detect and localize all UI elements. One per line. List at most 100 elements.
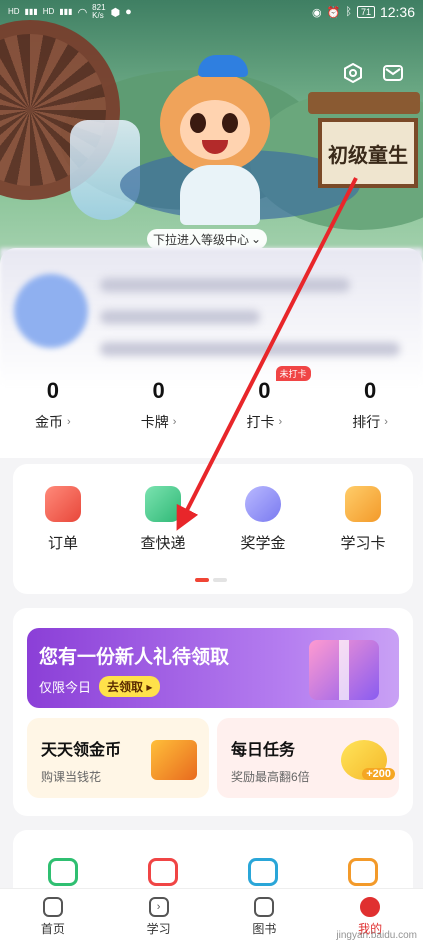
eye-icon: ◉ bbox=[312, 6, 322, 19]
status-left: HD ▮▮▮ HD ▮▮▮ ◠ 821 K/s ⬢ ● bbox=[8, 4, 132, 20]
page-dot bbox=[213, 578, 227, 582]
battery-icon: 71 bbox=[356, 6, 375, 18]
mascot-eye-right bbox=[222, 113, 238, 133]
mascot-eye-left bbox=[190, 113, 206, 133]
reward-badge: +200 bbox=[362, 768, 395, 780]
stat-coins[interactable]: 0 金币 › bbox=[0, 378, 106, 432]
stat-value: 0 bbox=[258, 378, 271, 403]
nav-books[interactable]: 图书 bbox=[212, 889, 318, 945]
check-chat-icon bbox=[48, 858, 78, 886]
signal-icon-2: ▮▮▮ bbox=[59, 7, 73, 16]
level-sign-text: 初级童生 bbox=[318, 118, 418, 188]
nav-study[interactable]: › 学习 bbox=[106, 889, 212, 945]
stat-label: 卡牌 › bbox=[141, 412, 177, 432]
chevron-right-icon: › bbox=[278, 416, 283, 428]
wifi-icon: ◠ bbox=[77, 6, 88, 19]
sign-roof bbox=[308, 92, 420, 114]
task-row: 天天领金币 购课当钱花 每日任务 奖励最高翻6倍 +200 bbox=[27, 718, 399, 798]
user-info-blurred bbox=[100, 310, 260, 324]
quick-item-scholarship[interactable]: 奖学金 bbox=[213, 486, 313, 553]
stat-label-text: 卡牌 bbox=[140, 414, 169, 430]
study-card-icon bbox=[345, 486, 381, 522]
tshirt-icon bbox=[248, 858, 278, 886]
profile-icon bbox=[360, 897, 381, 917]
banner-title: 您有一份新人礼待领取 bbox=[39, 647, 230, 668]
stat-value: 0 bbox=[46, 378, 59, 403]
note-icon bbox=[348, 858, 378, 886]
daily-coins-task[interactable]: 天天领金币 购课当钱花 bbox=[27, 718, 209, 798]
exchange-icon bbox=[148, 858, 178, 886]
chevron-right-icon: › bbox=[384, 416, 388, 428]
shield-icon: ⬢ bbox=[110, 6, 121, 19]
stat-cards[interactable]: 0 卡牌 › bbox=[106, 378, 212, 432]
scholarship-icon bbox=[245, 486, 281, 522]
pull-hint-label: 下拉进入等级中心 bbox=[153, 232, 250, 247]
quick-item-label: 奖学金 bbox=[240, 535, 286, 552]
user-info-blurred-2 bbox=[100, 342, 400, 356]
status-bar: HD ▮▮▮ HD ▮▮▮ ◠ 821 K/s ⬢ ● ◉ ⏰ ᛒ 71 12:… bbox=[0, 0, 423, 24]
stat-label-text: 金币 bbox=[35, 414, 64, 430]
book-icon bbox=[254, 897, 275, 917]
stat-label-text: 排行 bbox=[352, 414, 381, 430]
checkin-badge: 未打卡 bbox=[275, 366, 311, 381]
quick-menu-card: 订单 查快递 奖学金 学习卡 bbox=[13, 464, 413, 594]
banner-subline: 仅限今日 去领取 ▸ bbox=[39, 676, 161, 697]
nav-label: 学习 bbox=[146, 922, 171, 936]
banner-sub-label: 仅限今日 bbox=[39, 680, 92, 695]
message-icon[interactable] bbox=[380, 60, 406, 86]
quick-item-orders[interactable]: 订单 bbox=[13, 486, 113, 553]
signal-icon: ▮▮▮ bbox=[24, 7, 38, 16]
home-icon bbox=[42, 897, 63, 917]
level-hero-banner[interactable]: 初级童生 下拉进入等级中心 ⌄ bbox=[0, 0, 423, 270]
quick-item-study-card[interactable]: 学习卡 bbox=[313, 486, 413, 553]
chat-icon: ● bbox=[125, 6, 132, 18]
express-icon bbox=[145, 486, 181, 522]
net-speed: 821 K/s bbox=[92, 3, 106, 20]
chevron-down-icon: ⌄ bbox=[251, 232, 262, 246]
profile-card: 0 金币 › 0 卡牌 › 未打卡 0 打卡 › 0 排行 › bbox=[0, 248, 423, 458]
study-icon: › bbox=[148, 897, 169, 917]
stat-label-text: 打卡 bbox=[246, 414, 275, 430]
mascot-body bbox=[180, 165, 260, 225]
stat-ranking[interactable]: 0 排行 › bbox=[317, 378, 423, 432]
stat-value: 0 bbox=[364, 378, 377, 403]
clock: 12:36 bbox=[379, 4, 415, 20]
nav-home[interactable]: 首页 bbox=[0, 889, 106, 945]
stat-checkin[interactable]: 未打卡 0 打卡 › bbox=[212, 366, 318, 432]
nav-label: 首页 bbox=[40, 922, 65, 936]
watermark: jingyan.baidu.com bbox=[336, 930, 417, 941]
avatar[interactable] bbox=[14, 274, 88, 348]
hd-indicator-1: HD bbox=[8, 7, 20, 16]
bluetooth-icon: ᛒ bbox=[345, 6, 352, 18]
page-dot-active bbox=[195, 578, 209, 582]
quick-item-label: 查快递 bbox=[140, 535, 186, 552]
newbie-gift-banner[interactable]: 您有一份新人礼待领取 仅限今日 去领取 ▸ bbox=[27, 628, 399, 708]
status-right: ◉ ⏰ ᛒ 71 12:36 bbox=[312, 4, 415, 20]
quick-menu-items: 订单 查快递 奖学金 学习卡 bbox=[13, 464, 413, 553]
mascot-hat bbox=[198, 55, 248, 77]
alarm-icon: ⏰ bbox=[326, 6, 341, 19]
chevron-right-icon: › bbox=[172, 416, 177, 428]
page-indicator bbox=[195, 578, 227, 582]
level-sign: 初级童生 bbox=[308, 92, 420, 192]
quick-item-label: 学习卡 bbox=[340, 535, 386, 552]
promo-card: 您有一份新人礼待领取 仅限今日 去领取 ▸ 天天领金币 购课当钱花 每日任务 奖… bbox=[13, 608, 413, 816]
claim-button[interactable]: 去领取 ▸ bbox=[99, 676, 161, 697]
nav-label: 图书 bbox=[252, 922, 277, 936]
quick-item-label: 订单 bbox=[47, 535, 78, 552]
stats-row: 0 金币 › 0 卡牌 › 未打卡 0 打卡 › 0 排行 › bbox=[0, 366, 423, 432]
treasure-chest-icon bbox=[151, 740, 197, 780]
settings-icon[interactable] bbox=[340, 60, 366, 86]
monkey-mascot-image bbox=[150, 55, 280, 225]
daily-task[interactable]: 每日任务 奖励最高翻6倍 +200 bbox=[217, 718, 399, 798]
hd-indicator-2: HD bbox=[42, 7, 55, 16]
stat-label: 打卡 › bbox=[247, 412, 283, 432]
chevron-right-icon: › bbox=[67, 416, 71, 428]
order-icon bbox=[45, 486, 81, 522]
gift-box-icon bbox=[309, 640, 379, 700]
stat-label: 金币 › bbox=[35, 412, 71, 432]
username-blurred bbox=[100, 278, 350, 292]
quick-item-express[interactable]: 查快递 bbox=[113, 486, 213, 553]
level-center-pull-hint[interactable]: 下拉进入等级中心 ⌄ bbox=[147, 229, 268, 249]
stat-label: 排行 › bbox=[352, 412, 388, 432]
